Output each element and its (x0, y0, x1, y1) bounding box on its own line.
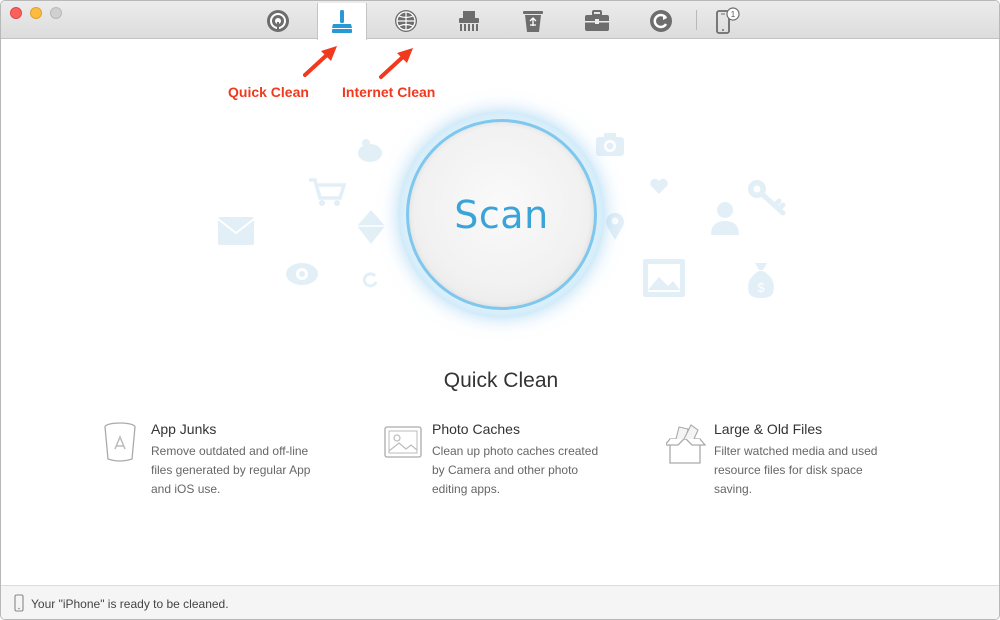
device-count-badge: 1 (731, 10, 736, 19)
svg-text:$: $ (757, 280, 765, 295)
app-window: 1 Quick Clean Internet Clean $ Scan Quic… (0, 0, 1000, 620)
feature-description: Clean up photo caches created by Camera … (432, 444, 599, 496)
refresh-icon (362, 272, 378, 288)
scan-button[interactable]: Scan (406, 119, 597, 310)
tab-airbackup[interactable] (253, 3, 303, 39)
eye-icon (286, 263, 318, 285)
camera-icon (596, 133, 624, 156)
feature-title: Photo Caches (432, 421, 520, 437)
feature-photo-caches: Photo Caches Clean up photo caches creat… (384, 421, 644, 511)
section-title: Quick Clean (443, 369, 559, 392)
piggy-bank-icon (358, 139, 382, 162)
open-box-icon (666, 424, 706, 464)
tab-quick-clean[interactable] (317, 3, 367, 40)
close-window-button[interactable] (10, 7, 22, 19)
tab-junk-clean[interactable] (508, 3, 558, 39)
feature-app-junks: App Junks Remove outdated and off-line f… (103, 421, 363, 511)
feature-large-old-files: Large & Old Files Filter watched media a… (666, 421, 926, 511)
annotation-internet-clean: Internet Clean (342, 84, 436, 100)
annotation-quick-clean: Quick Clean (228, 84, 309, 100)
airbackup-icon (267, 10, 289, 32)
tab-internet-clean[interactable] (381, 3, 431, 39)
photo-icon (643, 259, 685, 297)
briefcase-icon (585, 10, 609, 31)
tab-toolbox[interactable] (572, 3, 622, 39)
tab-restore[interactable] (636, 3, 686, 39)
feature-description: Remove outdated and off-line files gener… (151, 444, 311, 496)
status-text: Your "iPhone" is ready to be cleaned. (31, 597, 229, 611)
toolbar: 1 (1, 1, 999, 40)
money-bag-icon: $ (748, 263, 774, 298)
tab-device[interactable]: 1 (701, 3, 751, 39)
contact-icon (711, 202, 739, 235)
shopping-cart-icon (309, 178, 347, 206)
app-junk-trash-icon (104, 422, 136, 462)
photo-cache-icon (384, 426, 422, 458)
send-mail-icon (357, 210, 385, 244)
iphone-icon: 1 (716, 7, 740, 34)
mail-icon (217, 217, 255, 245)
broom-icon (332, 9, 352, 33)
trash-recycle-icon (523, 11, 543, 32)
restore-icon (650, 10, 672, 32)
status-bar: Your "iPhone" is ready to be cleaned. (1, 585, 999, 619)
toolbar-separator (696, 10, 697, 30)
location-pin-icon (606, 212, 624, 240)
shredder-icon (459, 11, 479, 31)
feature-description: Filter watched media and used resource f… (714, 444, 878, 496)
iphone-status-icon (14, 594, 24, 612)
maximize-window-button[interactable] (50, 7, 62, 19)
scan-button-label: Scan (454, 192, 549, 237)
key-icon (748, 180, 786, 216)
annotation-arrow-quick-clean (303, 46, 337, 77)
heart-icon (650, 178, 668, 194)
globe-icon (395, 10, 417, 32)
minimize-window-button[interactable] (30, 7, 42, 19)
feature-title: App Junks (151, 421, 217, 437)
tab-privacy-clean[interactable] (444, 3, 494, 39)
annotation-arrow-internet-clean (379, 48, 413, 79)
feature-title: Large & Old Files (714, 421, 823, 437)
